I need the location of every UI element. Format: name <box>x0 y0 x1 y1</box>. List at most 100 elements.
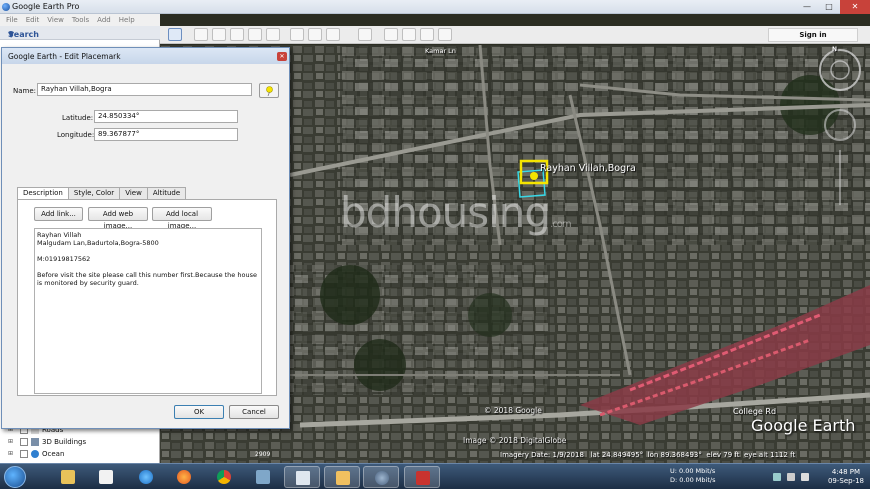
description-textarea[interactable]: Rayhan Villah Malgudam Lan,Badurtola,Bog… <box>34 228 262 394</box>
taskbar-firefox[interactable] <box>166 466 202 488</box>
window-title: Google Earth Pro <box>12 2 80 11</box>
scale-legend: 2909 <box>255 451 271 458</box>
street-label-kamar-ln: Kamar Ln <box>425 47 456 55</box>
layer-checkbox[interactable] <box>20 450 28 458</box>
folder-icon <box>61 470 75 484</box>
menu-help[interactable]: Help <box>119 14 135 26</box>
menu-tools[interactable]: Tools <box>72 14 89 26</box>
close-window-button[interactable]: ✕ <box>840 0 870 14</box>
expand-icon: ⊞ <box>8 450 14 457</box>
search-header-label: Search <box>8 30 39 39</box>
sign-in-button[interactable]: Sign in <box>768 28 858 42</box>
search-panel-header[interactable]: ▼ Search <box>0 26 160 40</box>
dialog-title: Google Earth - Edit Placemark <box>8 52 121 61</box>
planets-icon[interactable] <box>326 28 340 41</box>
copyright-digitalglobe: Image © 2018 DigitalGlobe <box>463 436 567 445</box>
placemark-icon-button[interactable] <box>259 83 279 98</box>
tab-altitude[interactable]: Altitude <box>146 187 187 199</box>
window-icon <box>296 471 310 485</box>
window-controls: — □ ✕ <box>796 0 870 14</box>
status-elev: elev 79 ft <box>706 451 740 459</box>
record-tour-icon[interactable] <box>266 28 280 41</box>
street-label-college-rd: College Rd <box>733 407 777 416</box>
dialog-close-button[interactable]: ✕ <box>277 52 287 61</box>
placemark-label[interactable]: Rayhan Villah,Bogra <box>540 163 636 174</box>
toolbar: Sign in <box>160 26 870 44</box>
status-eye-alt: eye alt 1112 ft <box>743 451 796 459</box>
taskbar-google-earth[interactable] <box>363 466 399 488</box>
clock-time: 4:48 PM <box>831 468 861 476</box>
watermark: bdhousing.com <box>340 188 572 237</box>
layer-checkbox[interactable] <box>20 438 28 446</box>
maximize-button[interactable]: □ <box>818 0 840 14</box>
edit-placemark-dialog: Google Earth - Edit Placemark ✕ Name: Ra… <box>1 47 290 429</box>
dialog-title-bar[interactable]: Google Earth - Edit Placemark ✕ <box>2 48 289 64</box>
clock-date: 09-Sep-18 <box>827 477 864 485</box>
tray-volume-icon[interactable] <box>801 473 809 481</box>
status-lon: lon 89.368493° <box>647 451 702 459</box>
start-button-icon[interactable] <box>4 466 26 488</box>
taskbar-acrobat[interactable] <box>404 466 440 488</box>
minimize-button[interactable]: — <box>796 0 818 14</box>
add-polygon-icon[interactable] <box>212 28 226 41</box>
add-placemark-icon[interactable] <box>194 28 208 41</box>
google-earth-icon <box>375 471 389 485</box>
ruler-icon[interactable] <box>358 28 372 41</box>
taskbar-explorer[interactable] <box>50 466 86 488</box>
tab-style-color[interactable]: Style, Color <box>67 187 121 199</box>
dialog-tabs: Description Style, Color View Altitude <box>17 187 187 200</box>
google-earth-app-icon <box>2 3 10 11</box>
save-image-icon[interactable] <box>420 28 434 41</box>
buildings-icon <box>31 438 39 446</box>
add-local-image-button[interactable]: Add local image... <box>152 207 212 230</box>
tray-flag-icon[interactable] <box>773 473 781 481</box>
net-download: D: 0.00 Mbit/s <box>670 476 716 484</box>
taskbar-chrome[interactable] <box>206 466 242 488</box>
cancel-button[interactable]: Cancel <box>229 405 279 419</box>
print-icon[interactable] <box>402 28 416 41</box>
clock[interactable]: 4:48 PM 09-Sep-18 <box>828 468 864 486</box>
sunlight-icon[interactable] <box>308 28 322 41</box>
ok-button[interactable]: OK <box>174 405 224 419</box>
layer-ocean[interactable]: ⊞ Ocean <box>0 448 160 460</box>
menu-add[interactable]: Add <box>97 14 111 26</box>
imagery-date: Imagery Date: 1/9/2018 <box>500 451 584 459</box>
layer-label: Ocean <box>42 450 65 458</box>
taskbar-window[interactable] <box>284 466 320 488</box>
description-tab-panel: Add link... Add web image... Add local i… <box>17 199 277 396</box>
paint-icon <box>336 471 350 485</box>
taskbar-media[interactable] <box>88 466 124 488</box>
status-lat: lat 24.849495° <box>590 451 644 459</box>
google-earth-logo: Google Earth <box>751 416 856 435</box>
menu-file[interactable]: File <box>6 14 18 26</box>
menu-edit[interactable]: Edit <box>26 14 40 26</box>
document-icon <box>99 470 113 484</box>
add-path-icon[interactable] <box>230 28 244 41</box>
email-icon[interactable] <box>384 28 398 41</box>
compass-north-label: N <box>832 46 838 53</box>
chrome-icon <box>217 470 231 484</box>
tray-network-icon[interactable] <box>787 473 795 481</box>
view-in-maps-icon[interactable] <box>438 28 452 41</box>
map-status-bar: Imagery Date: 1/9/2018 lat 24.849495° lo… <box>500 451 795 459</box>
layer-3d-buildings[interactable]: ⊞ 3D Buildings <box>0 436 160 448</box>
historical-imagery-icon[interactable] <box>290 28 304 41</box>
sidebar-toggle-icon[interactable] <box>168 28 182 41</box>
add-web-image-button[interactable]: Add web image... <box>88 207 148 230</box>
taskbar-app[interactable] <box>245 466 281 488</box>
ocean-icon <box>31 450 39 458</box>
name-input[interactable]: Rayhan Villah,Bogra <box>37 83 252 96</box>
firefox-icon <box>177 470 191 484</box>
tab-view[interactable]: View <box>119 187 148 199</box>
menu-view[interactable]: View <box>47 14 64 26</box>
longitude-input[interactable]: 89.367877° <box>94 128 238 141</box>
network-speed: U: 0.00 Mbit/s D: 0.00 Mbit/s <box>670 467 715 485</box>
image-overlay-icon[interactable] <box>248 28 262 41</box>
add-link-button[interactable]: Add link... <box>34 207 83 221</box>
taskbar-ie[interactable] <box>128 466 164 488</box>
expand-icon: ⊞ <box>8 438 14 445</box>
layers-list: ⊞ Roads ⊞ 3D Buildings ⊞ Ocean <box>0 424 160 460</box>
latitude-input[interactable]: 24.850334° <box>94 110 238 123</box>
taskbar-paint[interactable] <box>324 466 360 488</box>
name-label: Name: <box>13 87 37 95</box>
